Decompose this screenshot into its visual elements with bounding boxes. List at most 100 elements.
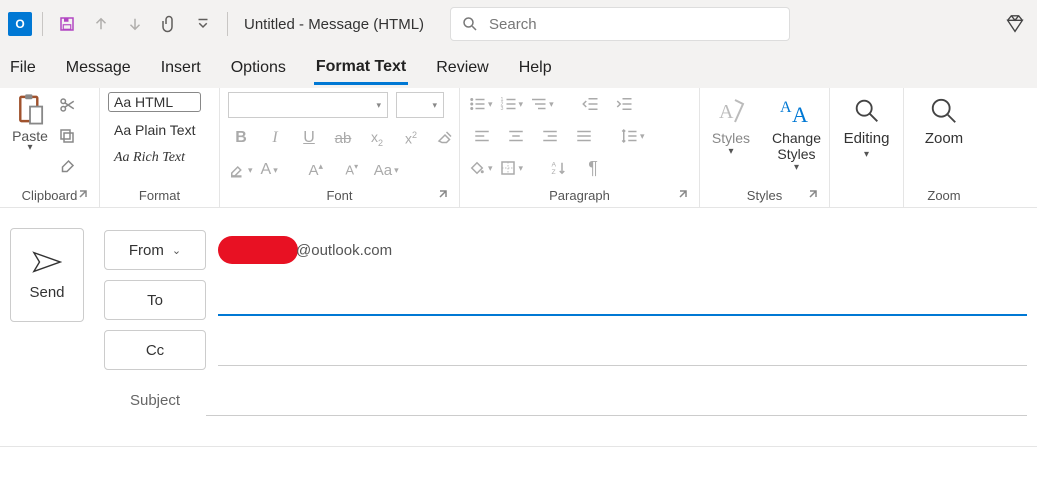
arrow-up-icon [92,15,110,33]
line-spacing-icon [620,127,638,145]
grow-font-button[interactable]: A▴ [302,158,330,182]
highlight-color-button[interactable]: ▾ [228,161,253,179]
strike-button[interactable]: ab [330,126,356,150]
chevron-down-icon: ▾ [248,165,253,176]
tab-help[interactable]: Help [517,53,554,83]
dialog-launcher-font[interactable] [437,189,451,203]
underline-button[interactable]: U [296,126,322,150]
send-label: Send [29,284,64,301]
paste-button[interactable]: Paste ▾ [8,92,52,153]
cc-button[interactable]: Cc [104,330,206,370]
eraser-icon [436,129,454,147]
numbering-button[interactable]: 123▾ [499,95,524,113]
tab-options[interactable]: Options [229,53,288,83]
format-rich-button[interactable]: Aa Rich Text [108,148,201,168]
dialog-launcher-styles[interactable] [807,189,821,203]
decrease-indent-button[interactable] [576,92,604,116]
copy-icon [58,127,76,145]
app-icon: O [8,12,32,36]
justify-icon [575,127,593,145]
strike-icon: ab [335,130,352,147]
increase-indent-button[interactable] [610,92,638,116]
undo-button[interactable] [87,10,115,38]
subject-input[interactable] [206,384,1027,416]
qat-customize-button[interactable] [189,10,217,38]
format-plain-button[interactable]: Aa Plain Text [108,120,201,140]
font-color-icon: A [261,161,272,179]
subject-label: Subject [104,392,206,409]
sort-button[interactable]: AZ [545,156,573,180]
separator [42,12,43,36]
subscript-button[interactable]: x2 [364,126,390,150]
redo-button[interactable] [121,10,149,38]
tab-review[interactable]: Review [434,53,490,83]
send-button[interactable]: Send [10,228,84,322]
align-left-button[interactable] [468,124,496,148]
font-color-button[interactable]: A ▾ [261,161,278,179]
to-button[interactable]: To [104,280,206,320]
attach-button[interactable] [155,10,183,38]
align-right-button[interactable] [536,124,564,148]
group-label-font: Font [326,188,352,203]
dialog-launcher-paragraph[interactable] [677,189,691,203]
save-button[interactable] [53,10,81,38]
zoom-button[interactable]: Zoom [914,92,974,147]
increase-indent-icon [615,95,633,113]
svg-text:A: A [552,162,557,169]
font-size-combo[interactable]: ▾ [396,92,444,118]
chevron-down-icon: ▾ [549,99,554,110]
multilevel-button[interactable]: ▾ [529,95,554,113]
shading-button[interactable]: ▾ [468,159,493,177]
align-center-button[interactable] [502,124,530,148]
format-painter-button[interactable] [58,158,76,179]
chevron-down-bar-icon [194,15,212,33]
format-html-button[interactable]: Aa HTML [108,92,201,112]
window-title: Untitled - Message (HTML) [244,16,424,33]
from-button[interactable]: From ⌄ [104,230,206,270]
group-editing: Editing ▾ [830,88,904,207]
group-clipboard: Paste ▾ Clipboard [0,88,100,207]
sort-icon: AZ [550,159,568,177]
search-input[interactable]: Search [450,7,790,41]
editing-button[interactable]: Editing ▾ [838,92,895,160]
premium-button[interactable] [1001,10,1029,38]
clipboard-icon [15,92,45,126]
justify-button[interactable] [570,124,598,148]
cut-button[interactable] [58,96,76,117]
italic-button[interactable]: I [262,126,288,150]
to-input[interactable] [218,284,1027,316]
bold-button[interactable]: B [228,126,254,150]
cc-input[interactable] [218,334,1027,366]
tab-format-text[interactable]: Format Text [314,52,408,85]
chevron-down-icon: ▾ [519,99,524,110]
decrease-indent-icon [581,95,599,113]
line-spacing-button[interactable]: ▾ [620,127,645,145]
format-plain-label: Aa Plain Text [114,122,195,138]
group-label-format: Format [139,188,180,203]
svg-text:A: A [719,101,734,123]
styles-button[interactable]: A Styles ▾ [708,94,754,157]
superscript-icon: x2 [405,130,417,147]
cc-label: Cc [146,342,164,359]
bullets-icon [468,95,486,113]
show-marks-button[interactable]: ¶ [579,156,607,180]
font-name-combo[interactable]: ▾ [228,92,388,118]
separator [227,12,228,36]
diamond-icon [1004,13,1026,35]
copy-button[interactable] [58,127,76,148]
save-icon [58,15,76,33]
superscript-button[interactable]: x2 [398,126,424,150]
tab-insert[interactable]: Insert [159,53,203,83]
styles-label: Styles [712,130,750,146]
change-styles-button[interactable]: A A Change Styles ▾ [772,94,821,173]
dialog-launcher-clipboard[interactable] [77,189,91,203]
change-case-button[interactable]: Aa ▾ [374,162,399,179]
clear-formatting-button[interactable] [432,126,458,150]
borders-button[interactable]: ▾ [499,159,524,177]
shrink-font-button[interactable]: A▾ [338,158,366,182]
bullets-button[interactable]: ▾ [468,95,493,113]
tab-file[interactable]: File [8,53,38,83]
chevron-down-icon: ▾ [488,163,493,174]
tab-message[interactable]: Message [64,53,133,83]
align-center-icon [507,127,525,145]
